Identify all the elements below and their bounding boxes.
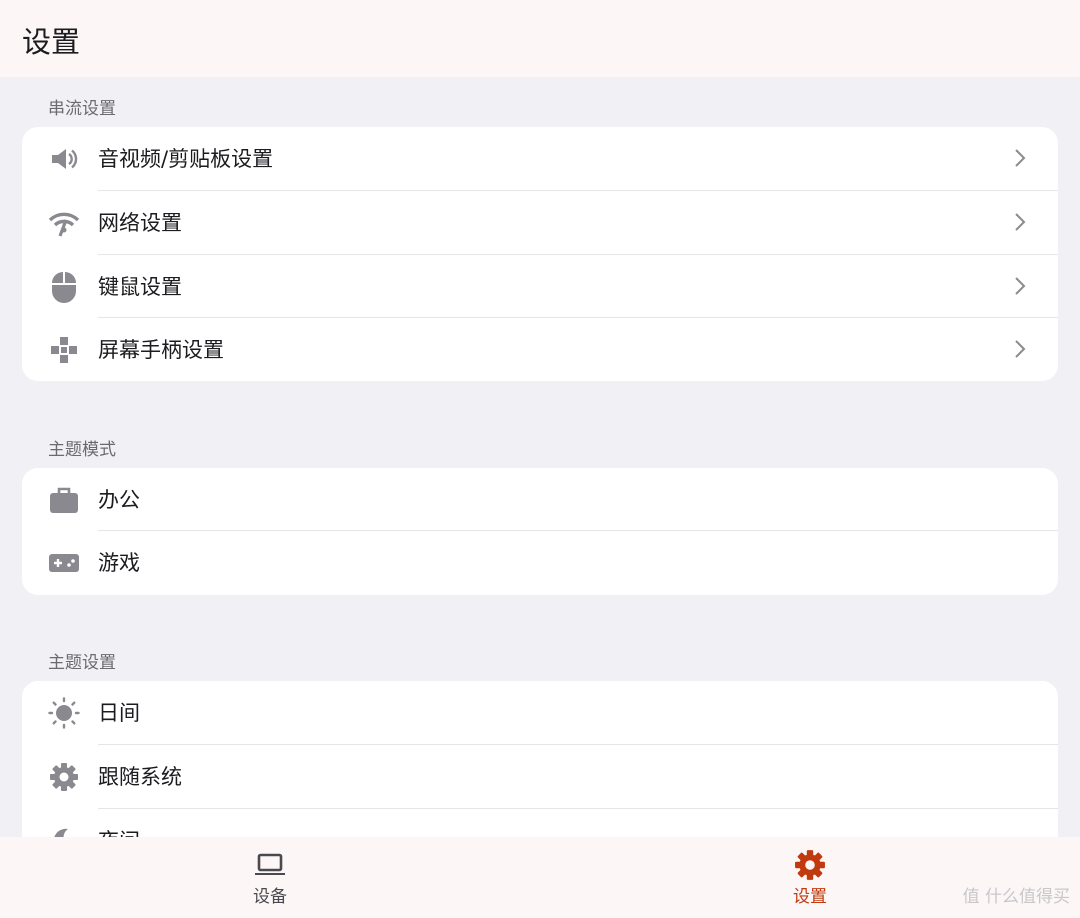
row-day-theme[interactable]: 日间 xyxy=(22,681,1058,744)
row-label: 游戏 xyxy=(98,551,140,575)
card-theme-mode: 办公 游戏 xyxy=(22,468,1058,595)
app-root: 设置 串流设置 音视频/剪贴板设置 网络设置 键鼠设置 屏幕手柄设置 主题模式 … xyxy=(0,0,1080,918)
watermark-text: 值 什么值得买 xyxy=(962,887,1070,907)
watermark: 值 什么值得买 xyxy=(963,886,1070,908)
gamepad-icon xyxy=(48,334,80,366)
row-follow-system-theme[interactable]: 跟随系统 xyxy=(22,745,1058,808)
row-network-settings[interactable]: 网络设置 xyxy=(22,191,1058,254)
row-label: 日间 xyxy=(98,701,140,725)
row-label: 音视频/剪贴板设置 xyxy=(98,147,274,171)
game-controller-icon xyxy=(48,547,80,579)
chevron-right-icon xyxy=(1015,149,1026,167)
row-keyboard-mouse-settings[interactable]: 键鼠设置 xyxy=(22,255,1058,318)
sun-icon xyxy=(48,697,80,729)
row-night-theme[interactable]: 夜间 xyxy=(22,809,1058,837)
laptop-icon xyxy=(255,853,285,875)
row-av-clipboard-settings[interactable]: 音视频/剪贴板设置 xyxy=(22,127,1058,190)
wifi-icon xyxy=(48,207,80,239)
chevron-right-icon xyxy=(1015,213,1026,231)
row-label: 网络设置 xyxy=(98,211,182,235)
nav-label-devices: 设备 xyxy=(253,887,287,907)
briefcase-icon xyxy=(48,484,80,516)
bottom-navigation-bar: 设备 设置 值 什么值得买 xyxy=(0,837,1080,918)
row-office-mode[interactable]: 办公 xyxy=(22,468,1058,531)
section-label-streaming: 串流设置 xyxy=(48,99,116,119)
settings-scroll-area[interactable]: 串流设置 音视频/剪贴板设置 网络设置 键鼠设置 屏幕手柄设置 主题模式 办公 … xyxy=(0,77,1080,837)
gear-icon xyxy=(48,761,80,793)
page-title: 设置 xyxy=(22,25,81,59)
row-onscreen-gamepad-settings[interactable]: 屏幕手柄设置 xyxy=(22,318,1058,381)
nav-label-settings: 设置 xyxy=(793,887,827,907)
section-label-theme-settings: 主题设置 xyxy=(48,653,116,673)
top-app-bar: 设置 xyxy=(0,0,1080,77)
row-label: 键鼠设置 xyxy=(98,275,182,299)
gear-icon xyxy=(795,850,825,880)
nav-item-devices[interactable]: 设备 xyxy=(210,837,330,918)
nav-item-settings[interactable]: 设置 xyxy=(750,837,870,918)
chevron-right-icon xyxy=(1015,340,1026,358)
row-label: 屏幕手柄设置 xyxy=(98,338,224,362)
row-label: 跟随系统 xyxy=(98,765,182,789)
row-label: 办公 xyxy=(98,488,140,512)
section-label-theme-mode: 主题模式 xyxy=(48,440,116,460)
moon-icon xyxy=(48,825,80,837)
volume-icon xyxy=(48,143,80,175)
row-label: 夜间 xyxy=(98,826,140,837)
card-theme-settings: 日间 跟随系统 夜间 xyxy=(22,681,1058,837)
chevron-right-icon xyxy=(1015,277,1026,295)
card-streaming-settings: 音视频/剪贴板设置 网络设置 键鼠设置 屏幕手柄设置 xyxy=(22,127,1058,381)
row-game-mode[interactable]: 游戏 xyxy=(22,531,1058,594)
mouse-icon xyxy=(48,271,80,303)
